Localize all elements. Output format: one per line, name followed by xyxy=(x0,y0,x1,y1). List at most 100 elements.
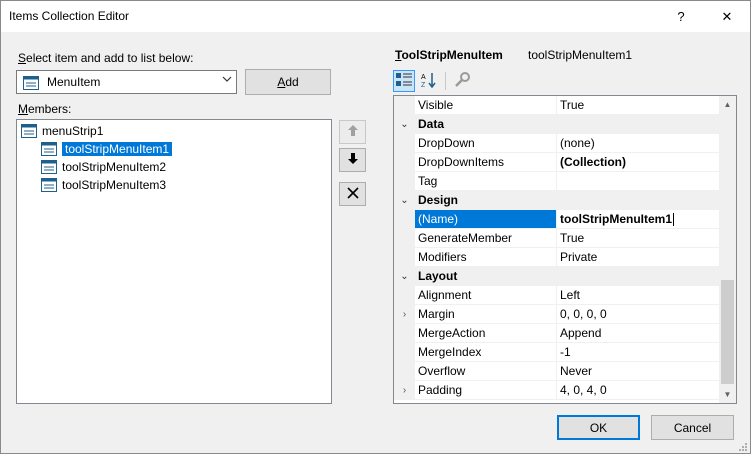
collapse-category-icon[interactable]: ⌄ xyxy=(394,191,415,209)
members-tree[interactable]: menuStrip1 toolStripMenuItem1 toolStripM… xyxy=(16,119,332,404)
property-name[interactable]: Margin xyxy=(415,305,557,323)
property-value-editor[interactable]: toolStripMenuItem1 xyxy=(557,210,719,228)
row-margin xyxy=(394,153,415,171)
property-pages-button[interactable] xyxy=(451,70,473,92)
menu-strip-icon xyxy=(21,124,37,138)
property-value[interactable]: (Collection) xyxy=(557,153,719,171)
property-value-text: True xyxy=(560,231,585,245)
collapse-category-icon[interactable]: ⌄ xyxy=(394,115,415,133)
property-value[interactable]: Never xyxy=(557,362,719,380)
remove-button[interactable] xyxy=(339,182,366,206)
property-row[interactable]: › Padding 4, 0, 4, 0 xyxy=(394,381,719,400)
property-name[interactable]: Padding xyxy=(415,381,557,399)
property-row[interactable]: Visible True xyxy=(394,96,719,115)
property-row[interactable]: Tag xyxy=(394,172,719,191)
property-name[interactable]: GenerateMember xyxy=(415,229,557,247)
property-grid-scrollbar[interactable]: ▲ ▼ xyxy=(719,96,736,403)
resize-grip-icon[interactable] xyxy=(738,441,748,451)
property-value-text: Private xyxy=(560,250,598,264)
property-row[interactable]: Modifiers Private xyxy=(394,248,719,267)
tree-item-root[interactable]: menuStrip1 xyxy=(21,122,103,140)
property-value[interactable]: True xyxy=(557,96,719,114)
svg-text:A: A xyxy=(421,74,426,81)
close-button[interactable]: ✕ xyxy=(704,1,750,32)
property-value[interactable]: Append xyxy=(557,324,719,342)
scrollbar-thumb[interactable] xyxy=(721,280,734,384)
category-label: Data xyxy=(418,117,445,131)
select-item-label: Select item and add to list below: xyxy=(18,51,193,65)
property-row[interactable]: MergeIndex -1 xyxy=(394,343,719,362)
property-name[interactable]: MergeIndex xyxy=(415,343,557,361)
property-name[interactable]: DropDownItems xyxy=(415,153,557,171)
text-caret xyxy=(673,212,675,226)
help-button[interactable]: ? xyxy=(658,1,704,32)
property-row[interactable]: DropDownItems (Collection) xyxy=(394,153,719,172)
cancel-button[interactable]: Cancel xyxy=(651,415,734,440)
property-row[interactable]: GenerateMember True xyxy=(394,229,719,248)
property-category-row[interactable]: ⌄ Design xyxy=(394,191,719,210)
property-name[interactable]: Tag xyxy=(415,172,557,190)
property-row[interactable]: Overflow Never xyxy=(394,362,719,381)
property-value[interactable]: True xyxy=(557,229,719,247)
items-collection-editor-dialog: Items Collection Editor ? ✕ Select item … xyxy=(0,0,751,454)
move-up-button[interactable] xyxy=(339,120,366,144)
property-value-text: Left xyxy=(560,288,581,302)
select-label-text: elect item and add to list below: xyxy=(26,51,194,65)
item-type-combobox[interactable]: MenuItem xyxy=(16,70,237,94)
alphabetical-view-button[interactable]: AZ xyxy=(418,70,440,92)
property-value[interactable]: -1 xyxy=(557,343,719,361)
expand-property-icon[interactable]: › xyxy=(394,305,415,323)
type-text: oolStripMenuItem xyxy=(401,48,503,62)
tree-item-child[interactable]: toolStripMenuItem3 xyxy=(41,176,166,194)
property-category-row[interactable]: ⌄ Data xyxy=(394,115,719,134)
collapse-category-icon[interactable]: ⌄ xyxy=(394,267,415,285)
property-row[interactable]: MergeAction Append xyxy=(394,324,719,343)
property-name[interactable]: DropDown xyxy=(415,134,557,152)
property-row[interactable]: DropDown (none) xyxy=(394,134,719,153)
tree-item-label: toolStripMenuItem3 xyxy=(62,178,167,192)
property-name[interactable]: (Name) xyxy=(415,210,557,228)
property-value[interactable]: Left xyxy=(557,286,719,304)
property-value-text: -1 xyxy=(560,345,571,359)
title-bar: Items Collection Editor ? ✕ xyxy=(1,1,750,32)
property-value-text: True xyxy=(560,98,585,112)
property-name[interactable]: MergeAction xyxy=(415,324,557,342)
chevron-down-icon[interactable] xyxy=(222,74,232,87)
row-margin xyxy=(394,362,415,380)
scroll-up-arrow-icon[interactable]: ▲ xyxy=(719,96,736,113)
add-button[interactable]: Add xyxy=(245,69,331,95)
property-value-text: toolStripMenuItem1 xyxy=(560,212,673,226)
ok-button[interactable]: OK xyxy=(557,415,640,440)
tree-item-child[interactable]: toolStripMenuItem2 xyxy=(41,158,166,176)
wrench-icon xyxy=(454,71,470,91)
expand-property-icon[interactable]: › xyxy=(394,381,415,399)
property-name[interactable]: Modifiers xyxy=(415,248,557,266)
move-down-button[interactable] xyxy=(339,148,366,172)
property-grid-toolbar: AZ xyxy=(393,69,473,93)
property-row[interactable]: Alignment Left xyxy=(394,286,719,305)
menu-item-icon xyxy=(23,76,39,93)
property-name[interactable]: Visible xyxy=(415,96,557,114)
row-margin xyxy=(394,343,415,361)
property-grid[interactable]: Visible True ⌄ Data DropDown (none) DropDownIt… xyxy=(393,95,737,404)
property-name[interactable]: Alignment xyxy=(415,286,557,304)
property-value[interactable] xyxy=(557,172,719,190)
property-value[interactable]: Private xyxy=(557,248,719,266)
categorized-view-button[interactable] xyxy=(393,70,415,92)
property-category-row[interactable]: ⌄ Layout xyxy=(394,267,719,286)
arrow-up-icon xyxy=(347,125,358,139)
delete-icon xyxy=(346,186,360,203)
property-object-name: toolStripMenuItem1 xyxy=(528,48,633,62)
property-value[interactable]: 4, 0, 4, 0 xyxy=(557,381,719,399)
scroll-down-arrow-icon[interactable]: ▼ xyxy=(719,386,736,403)
property-row[interactable]: (Name) toolStripMenuItem1 xyxy=(394,210,719,229)
property-value-text: Never xyxy=(560,364,593,378)
menu-item-icon xyxy=(41,160,57,174)
property-value-text: Append xyxy=(560,326,602,340)
property-value[interactable]: 0, 0, 0, 0 xyxy=(557,305,719,323)
property-value[interactable]: (none) xyxy=(557,134,719,152)
property-name[interactable]: Overflow xyxy=(415,362,557,380)
property-row[interactable]: › Margin 0, 0, 0, 0 xyxy=(394,305,719,324)
menu-item-icon xyxy=(41,142,57,156)
tree-item-child[interactable]: toolStripMenuItem1 xyxy=(41,140,173,158)
